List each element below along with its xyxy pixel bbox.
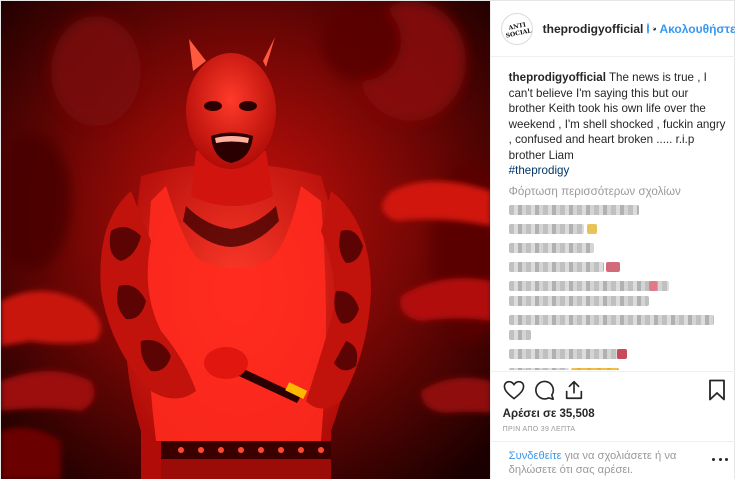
blurred-comment [508, 366, 728, 370]
post-side-panel: ANTI SOCIAL theprodigyofficial • Ακολουθ… [489, 1, 735, 479]
caption-hashtag[interactable]: #theprodigy [509, 163, 728, 179]
post-header: ANTI SOCIAL theprodigyofficial • Ακολουθ… [490, 1, 735, 57]
verified-badge-icon [647, 23, 650, 34]
login-link[interactable]: Συνδεθείτε [509, 450, 562, 462]
blurred-comment [508, 328, 728, 342]
load-more-comments-button[interactable]: Φόρτωση περισσότερων σχολίων [509, 185, 728, 198]
likes-count[interactable]: Αρέσει σε 35,508 [503, 408, 726, 420]
caption-username[interactable]: theprodigyofficial [509, 71, 606, 84]
action-icons-row [503, 376, 726, 404]
post-caption: theprodigyofficial The news is true , I … [509, 70, 728, 179]
avatar-logo: ANTI SOCIAL [502, 14, 532, 44]
bookmark-icon [708, 379, 725, 401]
blurred-comment [508, 279, 728, 293]
post-photo[interactable] [1, 1, 490, 479]
share-button[interactable] [563, 377, 593, 403]
header-username[interactable]: theprodigyofficial [543, 22, 644, 36]
blurred-comment [508, 260, 728, 274]
caption-text: The news is true , I can't believe I'm s… [508, 71, 726, 162]
comment-icon [534, 380, 554, 400]
comment-button[interactable] [533, 377, 563, 403]
share-icon [565, 380, 582, 400]
post-timestamp[interactable]: ΠΡΙΝ ΑΠΟ 39 ΛΕΠΤΑ [503, 426, 726, 433]
save-button[interactable] [696, 377, 726, 403]
blurred-comments-list [508, 203, 728, 370]
instagram-post: ANTI SOCIAL theprodigyofficial • Ακολουθ… [0, 0, 735, 479]
blurred-comment [508, 313, 728, 327]
blurred-comment [508, 347, 728, 361]
comments-section: theprodigyofficial The news is true , I … [491, 58, 735, 370]
follow-button[interactable]: Ακολουθήστε [659, 22, 735, 36]
post-photo-art [1, 1, 490, 479]
post-actions: Αρέσει σε 35,508 ΠΡΙΝ ΑΠΟ 39 ΛΕΠΤΑ [490, 371, 735, 433]
blurred-comment [508, 294, 728, 308]
add-comment-section: Συνδεθείτε για να σχολιάσετε ή να δηλώσε… [490, 441, 735, 479]
avatar[interactable]: ANTI SOCIAL [500, 12, 533, 45]
blurred-comment [508, 241, 728, 255]
more-options-icon[interactable] [712, 456, 728, 462]
like-button[interactable] [503, 377, 533, 403]
blurred-comment [508, 222, 728, 236]
blurred-comment [508, 203, 728, 217]
heart-icon [503, 380, 525, 400]
